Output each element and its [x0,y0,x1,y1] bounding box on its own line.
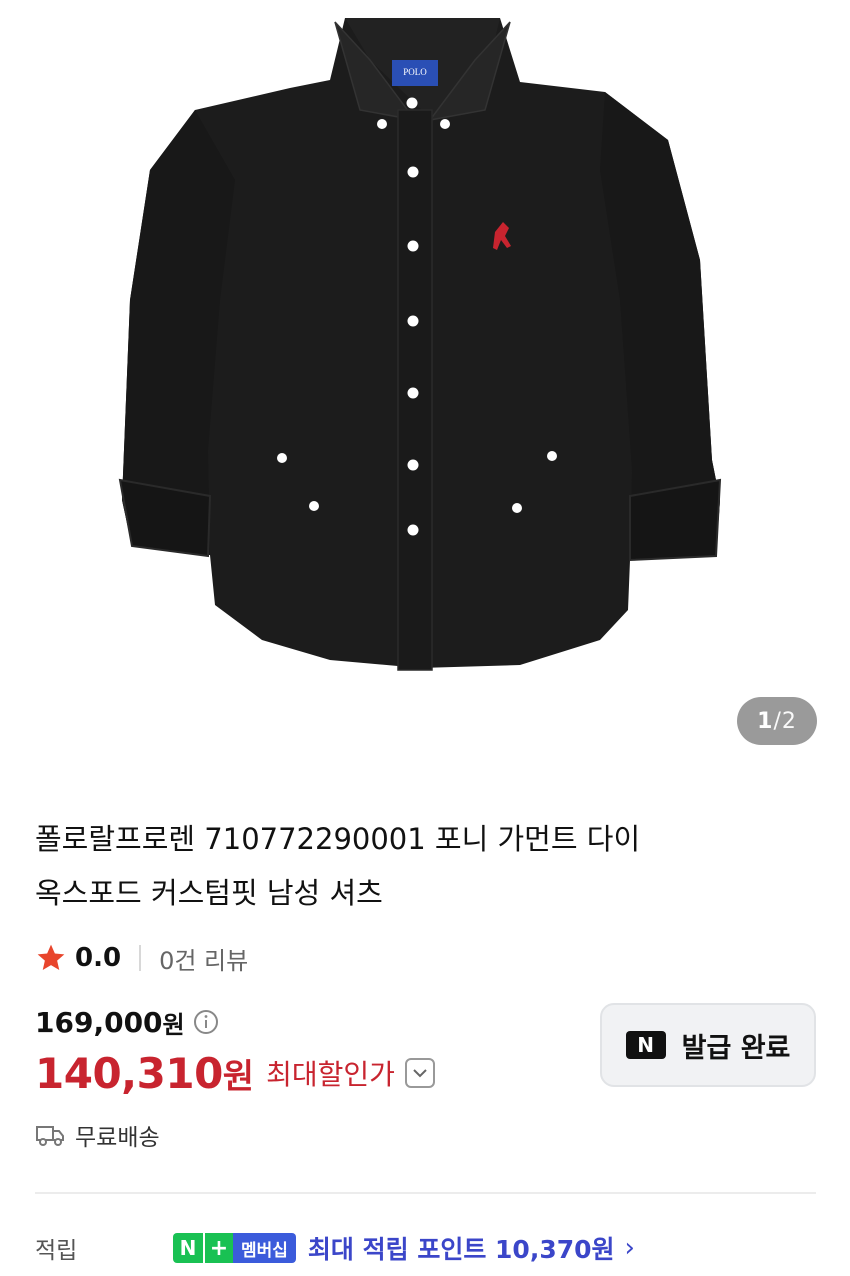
product-title-line2: 옥스포드 커스텀핏 남성 셔츠 [35,876,383,910]
info-icon[interactable] [193,1009,219,1035]
rating-row[interactable]: 0.0 0건 리뷰 [35,938,248,978]
counter-separator: / [773,708,782,734]
points-row[interactable]: 적립 N + 멤버십 최대 적립 포인트 10,370원 › [35,1226,835,1270]
naver-n-icon: N [625,1031,666,1059]
chevron-down-icon [413,1069,427,1078]
naver-n-badge: N [173,1233,203,1263]
max-points-text[interactable]: 최대 적립 포인트 10,370원 [308,1230,615,1266]
product-title: 폴로랄프로렌 710772290001 포니 가먼트 다이 옥스포드 커스텀핏 … [35,812,735,920]
product-image-gallery[interactable]: POLO 1 / 2 [0,0,850,770]
star-icon [37,944,65,970]
delivery-truck-icon [36,1126,64,1146]
plus-badge: + [203,1233,233,1263]
shipping-info: 무료배송 [35,1115,160,1155]
points-label: 적립 [35,1238,78,1264]
polo-label-text: POLO [403,67,427,77]
sale-price-amount: 140,310 [35,1048,223,1098]
original-price-unit: 원 [162,1010,185,1039]
rating-divider [139,945,142,971]
coupon-issued-label: 발급 완료 [681,1032,791,1064]
original-price-amount: 169,000 [35,1005,163,1039]
discount-details-toggle[interactable] [404,1058,435,1088]
review-count-link[interactable]: 0건 리뷰 [159,941,248,976]
image-page-counter: 1 / 2 [737,697,817,745]
rating-score: 0.0 [75,943,122,973]
sale-price: 140,310 원 최대할인가 [35,1045,435,1101]
original-price: 169,000 원 [35,1002,219,1042]
membership-badge: 멤버십 [233,1233,296,1263]
section-divider [35,1192,816,1194]
product-image-shirt: POLO [118,18,722,671]
counter-total: 2 [781,708,797,734]
counter-current: 1 [757,708,774,734]
chevron-right-icon[interactable]: › [625,1233,635,1263]
free-shipping-label: 무료배송 [75,1125,160,1151]
sale-price-unit: 원 [222,1056,255,1097]
coupon-issued-button[interactable]: N 발급 완료 [600,1003,816,1087]
max-discount-label: 최대할인가 [266,1058,395,1091]
product-title-line1: 폴로랄프로렌 710772290001 포니 가먼트 다이 [35,822,641,856]
